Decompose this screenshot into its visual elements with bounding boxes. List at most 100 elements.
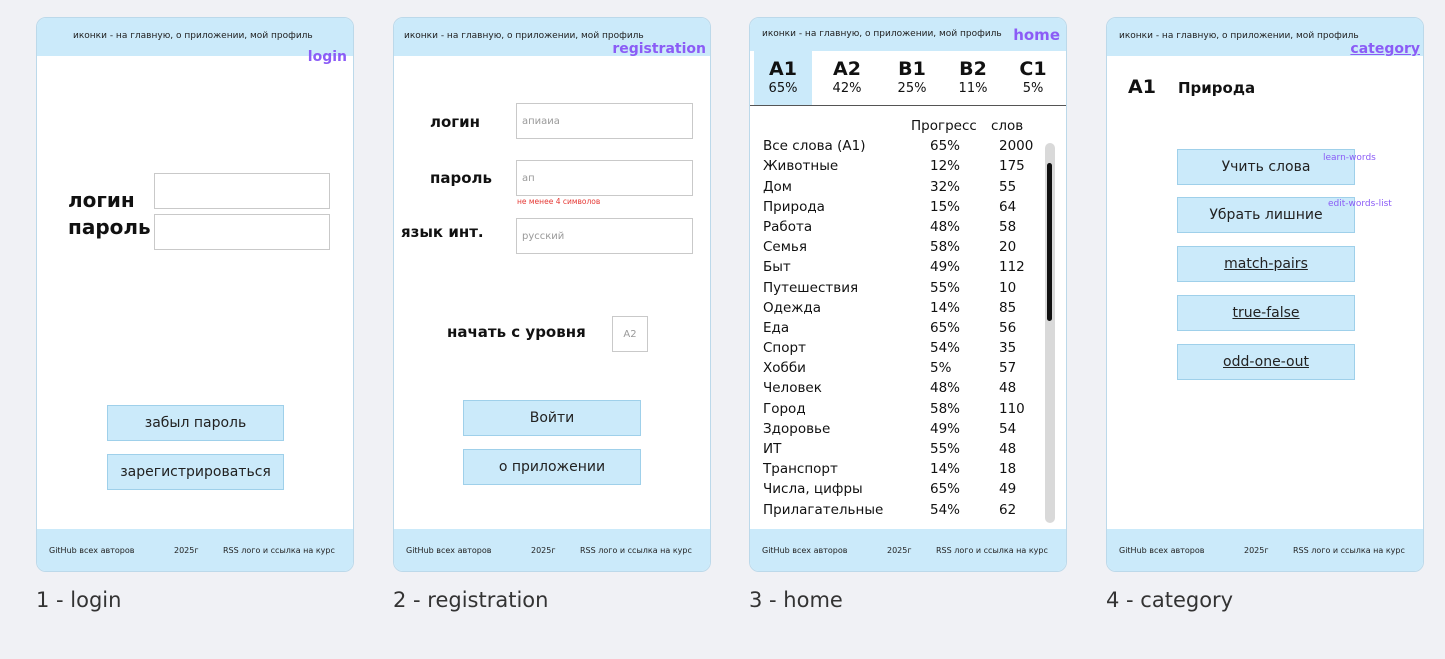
level-select[interactable]: A2	[612, 316, 648, 352]
category-word-count: 2000	[999, 138, 1034, 155]
level-code: A1	[769, 58, 797, 80]
language-label: язык инт.	[401, 223, 484, 241]
rss-link[interactable]: RSS лого и ссылка на курс	[1293, 546, 1405, 555]
level-tab-b1[interactable]: B1 25%	[883, 51, 941, 105]
caption-category: 4 - category	[1106, 588, 1234, 612]
github-link[interactable]: GitHub всех авторов	[762, 546, 847, 555]
category-progress: 55%	[930, 279, 961, 296]
screen-tag: home	[1013, 26, 1060, 44]
login-input[interactable]	[154, 173, 330, 209]
category-progress: 14%	[930, 299, 961, 316]
category-progress: 54%	[930, 340, 961, 357]
category-progress: 48%	[930, 380, 961, 397]
category-progress: 58%	[930, 239, 961, 256]
odd-one-out-label: odd-one-out	[1223, 354, 1309, 370]
category-progress: 54%	[930, 501, 961, 518]
caption-home: 3 - home	[749, 588, 843, 612]
level-percent: 5%	[1022, 81, 1044, 96]
github-link[interactable]: GitHub всех авторов	[49, 546, 134, 555]
level-tab-a1[interactable]: A1 65%	[754, 51, 812, 105]
category-word-count: 57	[999, 360, 1017, 377]
learn-words-label: Учить слова	[1221, 159, 1311, 175]
header-text: иконки - на главную, о приложении, мой п…	[404, 31, 644, 41]
enter-button[interactable]: Войти	[463, 400, 641, 436]
level-tab-c1[interactable]: C1 5%	[1004, 51, 1062, 105]
about-button[interactable]: о приложении	[463, 449, 641, 485]
home-screen: иконки - на главную, о приложении, мой п…	[749, 17, 1067, 572]
level-label: начать с уровня	[447, 323, 586, 341]
category-title: Природа	[1178, 79, 1256, 97]
true-false-button[interactable]: true-false	[1177, 295, 1355, 331]
language-select[interactable]: русский	[516, 218, 693, 254]
scrollbar-thumb[interactable]	[1047, 163, 1052, 321]
learn-words-tag: learn-words	[1323, 153, 1376, 163]
category-name: Быт	[763, 259, 791, 276]
level-percent: 42%	[832, 81, 862, 96]
level-percent: 25%	[897, 81, 927, 96]
category-progress: 65%	[930, 481, 961, 498]
category-name: Все слова (A1)	[763, 138, 866, 155]
level-tab-b2[interactable]: B2 11%	[944, 51, 1002, 105]
header-bar: иконки - на главную, о приложении, мой п…	[37, 18, 353, 56]
language-value: русский	[522, 230, 565, 242]
password-label: пароль	[68, 215, 151, 239]
category-word-count: 64	[999, 198, 1017, 215]
category-progress: 65%	[930, 138, 961, 155]
rss-link[interactable]: RSS лого и ссылка на курс	[223, 546, 335, 555]
category-word-count: 175	[999, 158, 1025, 175]
footer-bar: GitHub всех авторов 2025г RSS лого и ссы…	[750, 529, 1066, 571]
category-name: Числа, цифры	[763, 481, 863, 498]
screen-tag: registration	[612, 41, 706, 57]
forgot-password-button[interactable]: забыл пароль	[107, 405, 284, 441]
category-progress: 49%	[930, 259, 961, 276]
words-column-header: слов	[991, 118, 1024, 134]
rss-link[interactable]: RSS лого и ссылка на курс	[936, 546, 1048, 555]
category-word-count: 112	[999, 259, 1025, 276]
category-progress: 32%	[930, 178, 961, 195]
category-word-count: 110	[999, 400, 1025, 417]
match-pairs-label: match-pairs	[1224, 256, 1308, 272]
category-word-count: 54	[999, 420, 1017, 437]
category-word-count: 49	[999, 481, 1017, 498]
category-word-count: 35	[999, 340, 1017, 357]
rss-link[interactable]: RSS лого и ссылка на курс	[580, 546, 692, 555]
category-name: Прилагательные	[763, 501, 884, 518]
register-button[interactable]: зарегистрироваться	[107, 454, 284, 490]
login-label: логин	[430, 113, 481, 131]
header-text: иконки - на главную, о приложении, мой п…	[1119, 31, 1359, 41]
category-name: Спорт	[763, 340, 806, 357]
github-link[interactable]: GitHub всех авторов	[406, 546, 491, 555]
category-name: Человек	[763, 380, 822, 397]
level-percent: 11%	[958, 81, 988, 96]
category-progress: 12%	[930, 158, 961, 175]
level-code: B2	[959, 58, 987, 80]
password-input[interactable]	[154, 214, 330, 250]
password-input[interactable]: ап	[516, 160, 693, 196]
category-name: ИТ	[763, 441, 782, 457]
level-code: B1	[898, 58, 926, 80]
category-name: Транспорт	[763, 461, 838, 478]
category-level: A1	[1128, 76, 1156, 98]
progress-column-header: Прогресс	[911, 118, 977, 134]
match-pairs-button[interactable]: match-pairs	[1177, 246, 1355, 282]
header-text: иконки - на главную, о приложении, мой п…	[73, 31, 313, 41]
category-progress: 55%	[930, 441, 961, 457]
footer-year: 2025г	[531, 546, 556, 555]
register-label: зарегистрироваться	[120, 464, 271, 480]
footer-bar: GitHub всех авторов 2025г RSS лого и ссы…	[1107, 529, 1423, 571]
category-name: Семья	[763, 239, 807, 256]
caption-registration: 2 - registration	[393, 588, 549, 612]
screen-tag: category	[1350, 41, 1420, 57]
category-name: Природа	[763, 198, 825, 215]
category-word-count: 10	[999, 279, 1017, 296]
odd-one-out-button[interactable]: odd-one-out	[1177, 344, 1355, 380]
caption-login: 1 - login	[36, 588, 122, 612]
edit-words-tag: edit-words-list	[1328, 199, 1392, 209]
level-percent: 65%	[768, 81, 798, 96]
edit-words-label: Убрать лишние	[1209, 207, 1323, 223]
login-input[interactable]: апиаиа	[516, 103, 693, 139]
github-link[interactable]: GitHub всех авторов	[1119, 546, 1204, 555]
level-code: C1	[1019, 58, 1047, 80]
password-error: не менее 4 символов	[517, 197, 601, 206]
level-tab-a2[interactable]: A2 42%	[818, 51, 876, 105]
